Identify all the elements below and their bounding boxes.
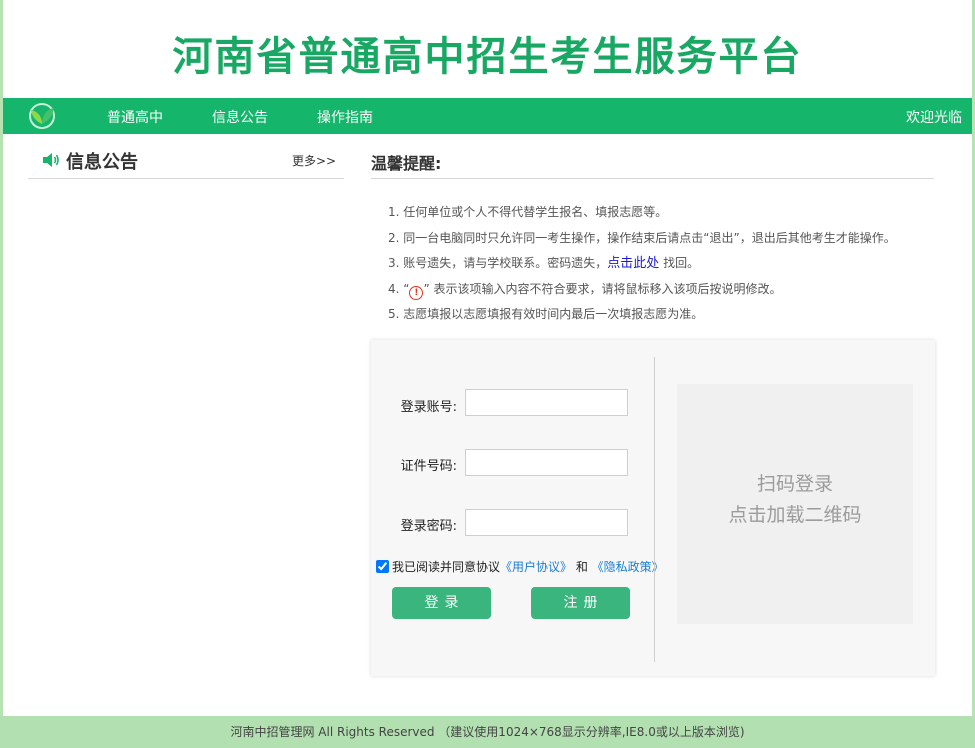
welcome-text: 欢迎光临 xyxy=(906,110,962,126)
reminder-item-1: 1. 任何单位或个人不得代替学生报名、填报志愿等。 xyxy=(388,205,668,219)
qr-load-prompt: 点击加载二维码 xyxy=(728,504,862,526)
leaf-logo-icon xyxy=(29,103,55,129)
top-navbar: 普通高中 信息公告 操作指南 欢迎光临 xyxy=(3,98,972,134)
reminder-header: 温馨提醒: xyxy=(371,146,934,179)
nav-item-guide[interactable]: 操作指南 xyxy=(317,107,373,127)
reminder-title: 温馨提醒: xyxy=(371,154,442,173)
page-footer: 河南中招管理网 All Rights Reserved （建议使用1024×76… xyxy=(0,716,975,748)
password-recovery-link[interactable]: 点击此处 xyxy=(607,256,659,271)
qr-login-title: 扫码登录 xyxy=(756,473,833,495)
panel-divider xyxy=(654,357,655,662)
reminder-item-3-suffix: 找回。 xyxy=(659,256,700,270)
reminder-item-4-suffix: ” 表示该项输入内容不符合要求，请将鼠标移入该项后按说明修改。 xyxy=(423,281,782,296)
account-label: 登录账号: xyxy=(400,400,457,415)
privacy-policy-link[interactable]: 《隐私政策》 xyxy=(592,560,664,574)
reminder-item-4: 4. “!” 表示该项输入内容不符合要求，请将鼠标移入该项后按说明修改。 xyxy=(388,277,948,303)
speaker-icon xyxy=(43,153,59,167)
id-number-input[interactable] xyxy=(465,449,628,476)
reminder-item-2: 2. 同一台电脑同时只允许同一考生操作，操作结束后请点击“退出”，退出后其他考生… xyxy=(388,230,896,245)
reminder-item-3-prefix: 3. 账号遗失，请与学校联系。密码遗失， xyxy=(388,256,608,270)
reminder-item-3: 3. 账号遗失，请与学校联系。密码遗失，点击此处 找回。 xyxy=(388,251,948,277)
register-button[interactable]: 注册 xyxy=(531,587,630,619)
login-panel: 登录账号: 证件号码: 登录密码: 我已阅读并同意协议《用户协议》 和 《隐私政… xyxy=(371,340,935,676)
notice-more-link[interactable]: 更多>> xyxy=(292,152,336,169)
password-label: 登录密码: xyxy=(400,519,457,534)
notice-panel-header: 信息公告 更多>> xyxy=(28,146,344,179)
agreement-row: 我已阅读并同意协议《用户协议》 和 《隐私政策》 xyxy=(375,558,664,575)
agreement-checkbox[interactable] xyxy=(376,560,389,573)
agreement-text: 我已阅读并同意协议 xyxy=(392,560,501,574)
reminder-item-4-prefix: 4. “ xyxy=(388,281,410,296)
reminder-item-5: 5. 志愿填报以志愿填报有效时间内最后一次填报志愿为准。 xyxy=(388,307,704,321)
agreement-and-text: 和 xyxy=(572,560,592,574)
notice-title: 信息公告 xyxy=(66,152,138,173)
qr-code-login-area[interactable]: 扫码登录 点击加载二维码 xyxy=(677,384,913,624)
user-agreement-link[interactable]: 《用户协议》 xyxy=(500,560,572,574)
reminder-list: 1. 任何单位或个人不得代替学生报名、填报志愿等。 2. 同一台电脑同时只允许同… xyxy=(388,200,948,328)
site-title: 河南省普通高中招生考生服务平台 xyxy=(172,34,803,80)
id-number-label: 证件号码: xyxy=(400,459,457,474)
password-input[interactable] xyxy=(465,509,628,536)
warning-icon: ! xyxy=(409,285,424,300)
login-button[interactable]: 登录 xyxy=(392,587,491,619)
account-input[interactable] xyxy=(465,389,628,416)
nav-item-high-school[interactable]: 普通高中 xyxy=(107,107,163,127)
nav-item-announcements[interactable]: 信息公告 xyxy=(212,107,268,127)
